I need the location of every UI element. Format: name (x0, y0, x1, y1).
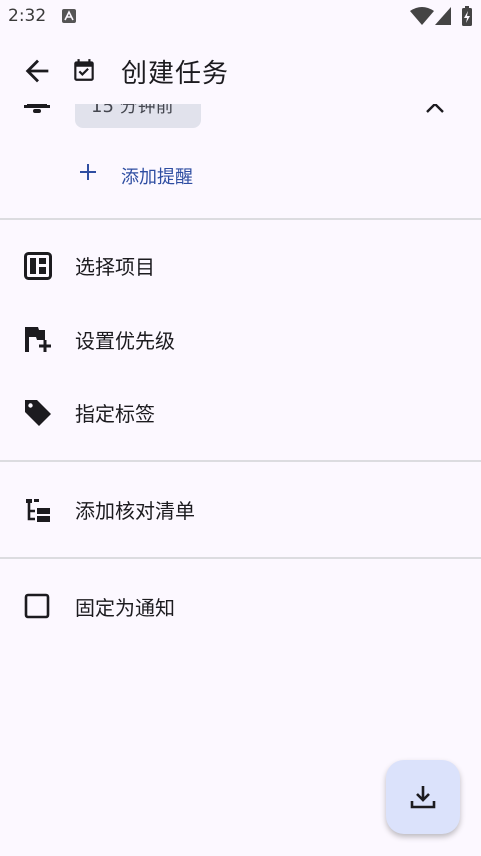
app-bar: 创建任务 (0, 34, 481, 104)
wifi-icon (410, 7, 434, 25)
bell-icon (24, 104, 50, 113)
reminder-chip-label: 15 分钟前 (91, 104, 174, 117)
select-project-row[interactable]: 选择项目 (0, 238, 481, 294)
notification-icon (62, 9, 76, 23)
plus-icon (80, 164, 96, 180)
divider (0, 557, 481, 559)
status-bar: 2:32 (0, 0, 481, 34)
signal-icon (435, 7, 451, 25)
status-time: 2:32 (8, 6, 47, 26)
divider (0, 218, 481, 220)
add-reminder-button[interactable]: 添加提醒 (70, 158, 230, 194)
pin-notification-label: 固定为通知 (75, 596, 175, 620)
flag-plus-icon (25, 327, 51, 352)
calendar-check-icon (74, 59, 94, 81)
add-checklist-label: 添加核对清单 (75, 499, 195, 523)
chevron-up-icon[interactable] (424, 104, 446, 118)
assign-tags-label: 指定标签 (75, 402, 155, 426)
set-priority-row[interactable]: 设置优先级 (0, 312, 481, 368)
download-icon (410, 786, 436, 809)
task-form: 15 分钟前 添加提醒 选择项目 设置优先级 指定标签 添加核对清单 固定为通知 (0, 104, 481, 856)
set-priority-label: 设置优先级 (75, 329, 175, 353)
add-checklist-row[interactable]: 添加核对清单 (0, 482, 481, 538)
pin-notification-row[interactable]: 固定为通知 (0, 579, 481, 635)
divider (0, 460, 481, 462)
project-board-icon (24, 252, 52, 280)
assign-tags-row[interactable]: 指定标签 (0, 385, 481, 441)
save-task-fab[interactable] (386, 760, 460, 834)
tag-icon (25, 400, 51, 426)
checkbox-unchecked-icon[interactable] (24, 593, 52, 621)
add-reminder-label: 添加提醒 (121, 167, 193, 188)
battery-charging-icon (462, 6, 472, 26)
checklist-tree-icon (26, 499, 50, 522)
reminder-chip[interactable]: 15 分钟前 (75, 104, 201, 128)
back-arrow-icon[interactable] (20, 54, 54, 88)
select-project-label: 选择项目 (75, 255, 155, 279)
page-title: 创建任务 (121, 59, 230, 89)
